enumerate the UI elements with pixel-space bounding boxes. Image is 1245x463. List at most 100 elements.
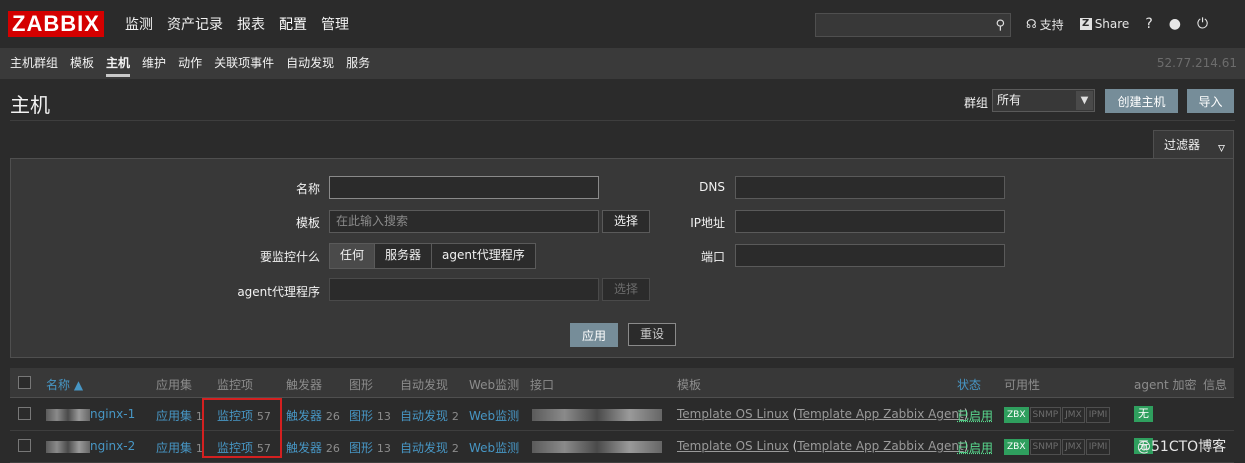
menu-configuration[interactable]: 配置 [272, 0, 314, 48]
submenu-maintenance[interactable]: 维护 [136, 49, 172, 79]
ipmi-tag: IPMI [1085, 439, 1111, 455]
filter-monitor-label: 要监控什么 [259, 250, 320, 264]
ipmi-tag: IPMI [1085, 407, 1111, 423]
monitor-type-segmented: 任何 服务器 agent代理程序 [329, 243, 536, 269]
row-checkbox[interactable] [18, 407, 31, 420]
submenu-discovery[interactable]: 自动发现 [280, 49, 340, 79]
submenu-host-groups[interactable]: 主机群组 [4, 49, 64, 79]
template-link[interactable]: Template App Zabbix Agent [797, 439, 963, 453]
user-profile-icon[interactable]: ● [1169, 16, 1181, 32]
col-status-header[interactable]: 状态 [957, 376, 981, 393]
filter-tab[interactable]: 过滤器 ▿ [1153, 130, 1234, 159]
top-right-actions: ☊ 支持 Z Share ? ● ⏻ [1026, 0, 1224, 48]
submenu-hosts[interactable]: 主机 [100, 49, 136, 79]
filter-name-label: 名称 [295, 182, 320, 196]
search-icon[interactable]: ⚲ [995, 18, 1005, 33]
filter-apply-button[interactable]: 应用 [570, 323, 618, 347]
menu-administration[interactable]: 管理 [314, 0, 356, 48]
template-link[interactable]: Template OS Linux [677, 439, 789, 453]
submenu-correlation[interactable]: 关联项事件 [208, 49, 280, 79]
web-link[interactable]: Web监测 [469, 439, 519, 456]
triggers-link[interactable]: 触发器 26 [286, 407, 340, 424]
headset-icon: ☊ [1026, 17, 1037, 31]
template-link[interactable]: Template App Zabbix Agent [797, 407, 963, 421]
col-triggers-header: 触发器 [286, 378, 323, 392]
col-name-header[interactable]: 名称 ▲ [46, 376, 83, 393]
filter-dns-input[interactable] [735, 176, 1005, 199]
hosts-table: 名称 ▲ 应用集 监控项 触发器 图形 自动发现 Web监测 接口 模板 状态 … [10, 368, 1234, 463]
filter-proxy-label: agent代理程序 [237, 285, 320, 299]
col-info-header: 信息 [1203, 378, 1228, 392]
graphs-link[interactable]: 图形 13 [349, 439, 391, 456]
zbx-tag: ZBX [1004, 407, 1029, 423]
submenu-services[interactable]: 服务 [340, 49, 376, 79]
interface-redacted [532, 439, 662, 453]
proxy-select-button[interactable]: 选择 [602, 278, 650, 301]
help-button[interactable]: ? [1145, 16, 1152, 32]
submenu-templates[interactable]: 模板 [64, 49, 100, 79]
global-search-input[interactable]: ⚲ [815, 13, 1011, 37]
chevron-down-icon[interactable]: ▼ [1076, 91, 1093, 110]
filter-ip-label: IP地址 [690, 216, 725, 230]
filter-ip-input[interactable] [735, 210, 1005, 233]
host-name-link[interactable]: nginx-2 [46, 439, 135, 453]
sub-menu: 主机群组 模板 主机 维护 动作 关联项事件 自动发现 服务 [4, 49, 376, 79]
menu-reports[interactable]: 报表 [230, 0, 272, 48]
zabbix-share-icon: Z [1079, 18, 1092, 30]
interface-redacted [532, 407, 662, 421]
status-toggle[interactable]: 已启用 [957, 407, 993, 424]
share-link[interactable]: Z Share [1079, 17, 1129, 31]
host-name-link[interactable]: nginx-1 [46, 407, 135, 421]
monitor-proxy-option[interactable]: agent代理程序 [431, 244, 535, 268]
filter-proxy-input[interactable] [329, 278, 599, 301]
filter-reset-button[interactable]: 重设 [628, 323, 676, 346]
web-link[interactable]: Web监测 [469, 407, 519, 424]
snmp-tag: SNMP [1029, 439, 1062, 455]
menu-inventory[interactable]: 资产记录 [160, 0, 230, 48]
monitor-any-option[interactable]: 任何 [330, 244, 375, 268]
support-link[interactable]: ☊ 支持 [1026, 16, 1064, 33]
col-discovery-header: 自动发现 [400, 378, 449, 392]
group-label: 群组 [964, 96, 989, 110]
filter-port-input[interactable] [735, 244, 1005, 267]
menu-monitoring[interactable]: 监测 [118, 0, 160, 48]
group-select-value: 所有 [997, 93, 1022, 107]
filter-panel [10, 158, 1234, 358]
apps-link[interactable]: 应用集 1 [156, 407, 203, 424]
items-highlight-box [202, 398, 282, 458]
graphs-link[interactable]: 图形 13 [349, 407, 391, 424]
import-button[interactable]: 导入 [1187, 89, 1234, 113]
col-apps-header: 应用集 [156, 378, 193, 392]
templates-cell: Template OS Linux (Template App Zabbix A… [677, 407, 969, 421]
create-host-button[interactable]: 创建主机 [1105, 89, 1178, 113]
template-link[interactable]: Template OS Linux [677, 407, 789, 421]
col-availability-header: 可用性 [1004, 378, 1041, 392]
zbx-tag: ZBX [1004, 439, 1029, 455]
filter-name-input[interactable] [329, 176, 599, 199]
jmx-tag: JMX [1062, 407, 1085, 423]
jmx-tag: JMX [1062, 439, 1085, 455]
row-checkbox[interactable] [18, 439, 31, 452]
availability-tags: ZBX SNMP JMX IPMI [1004, 406, 1111, 423]
template-select-button[interactable]: 选择 [602, 210, 650, 233]
zabbix-logo[interactable]: ZABBIX [8, 11, 104, 37]
table-row: nginx-1 应用集 1 监控项 57 触发器 26 图形 13 自动发现 2… [10, 398, 1234, 431]
group-select[interactable]: 所有 ▼ [992, 89, 1095, 112]
status-toggle[interactable]: 已启用 [957, 439, 993, 456]
triggers-link[interactable]: 触发器 26 [286, 439, 340, 456]
table-header: 名称 ▲ 应用集 监控项 触发器 图形 自动发现 Web监测 接口 模板 状态 … [10, 368, 1234, 398]
monitor-server-option[interactable]: 服务器 [374, 244, 432, 268]
submenu-actions[interactable]: 动作 [172, 49, 208, 79]
header-divider [10, 120, 1235, 121]
apps-link[interactable]: 应用集 1 [156, 439, 203, 456]
discovery-link[interactable]: 自动发现 2 [400, 439, 459, 456]
select-all-checkbox[interactable] [18, 376, 31, 389]
templates-cell: Template OS Linux (Template App Zabbix A… [677, 439, 969, 453]
filter-template-input[interactable]: 在此输入搜索 [329, 210, 599, 233]
sub-navigation-bar: 主机群组 模板 主机 维护 动作 关联项事件 自动发现 服务 52.77.214… [0, 49, 1245, 79]
snmp-tag: SNMP [1029, 407, 1062, 423]
col-templates-header: 模板 [677, 378, 702, 392]
logout-icon[interactable]: ⏻ [1197, 16, 1208, 32]
discovery-link[interactable]: 自动发现 2 [400, 407, 459, 424]
col-encryption-header: agent 加密 [1134, 378, 1197, 392]
